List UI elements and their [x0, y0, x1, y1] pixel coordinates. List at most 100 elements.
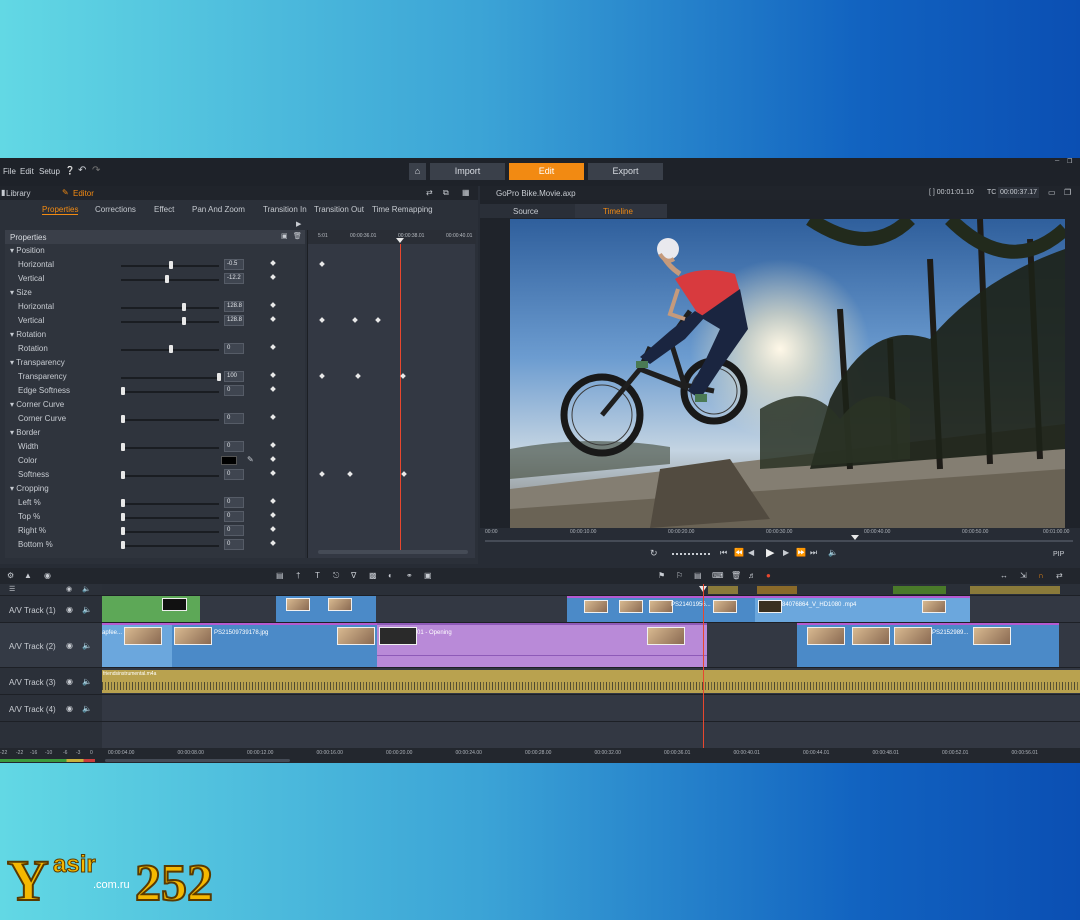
- grid-icon[interactable]: ▩: [369, 571, 377, 580]
- loop-icon[interactable]: ↻: [650, 548, 658, 559]
- keyframe-marker[interactable]: [319, 373, 325, 379]
- audio-all-icon[interactable]: 🔈: [82, 585, 91, 593]
- speaker-icon[interactable]: 🔈: [82, 641, 92, 650]
- property-slider[interactable]: [121, 419, 219, 421]
- go-to-end-icon[interactable]: ⏭: [810, 548, 817, 558]
- property-value-field[interactable]: 0: [224, 441, 244, 452]
- timeline-clip[interactable]: PS21509739178.jpg: [172, 623, 377, 667]
- volume-icon[interactable]: 🔈: [828, 548, 838, 557]
- step-back-icon[interactable]: ⏪: [734, 548, 744, 557]
- snapshot-icon[interactable]: ▣: [424, 571, 432, 580]
- eye-icon[interactable]: ◉: [66, 605, 73, 614]
- property-section[interactable]: ▾ Cropping: [5, 482, 305, 496]
- settings-icon[interactable]: ⚙: [7, 571, 14, 580]
- marker-icon[interactable]: ⚑: [658, 571, 665, 580]
- sync-icon[interactable]: ⇄: [1056, 571, 1063, 580]
- slider-thumb[interactable]: [121, 513, 125, 521]
- pip-label[interactable]: PIP: [1053, 551, 1064, 558]
- keyboard-icon[interactable]: ⌨: [712, 571, 724, 580]
- dual-view-icon[interactable]: ❐: [1064, 188, 1071, 197]
- menu-edit[interactable]: Edit: [20, 167, 34, 176]
- keyframe-marker[interactable]: [319, 317, 325, 323]
- property-slider[interactable]: [121, 503, 219, 505]
- restore-icon[interactable]: ❐: [1067, 158, 1072, 165]
- keyframe-playhead-marker[interactable]: [396, 238, 404, 243]
- eye-icon[interactable]: ◉: [66, 677, 73, 686]
- chapter-icon[interactable]: ▤: [694, 571, 702, 580]
- undo-icon[interactable]: ↶: [78, 165, 86, 176]
- property-section[interactable]: ▾ Transparency: [5, 356, 305, 370]
- property-value-field[interactable]: 100: [224, 371, 244, 382]
- tab-pan-and-zoom[interactable]: Pan And Zoom: [192, 205, 245, 214]
- property-value-field[interactable]: 0: [224, 525, 244, 536]
- timeline-scrollbar[interactable]: [105, 759, 290, 762]
- shuttle-control[interactable]: [672, 553, 710, 555]
- audio-icon[interactable]: ♬: [748, 571, 756, 580]
- property-slider[interactable]: [121, 391, 219, 393]
- timecode-display[interactable]: 00:00:37.17: [998, 187, 1039, 198]
- property-value-field[interactable]: 0: [224, 343, 244, 354]
- keyframe-marker[interactable]: [401, 471, 407, 477]
- tab-properties[interactable]: Properties: [42, 205, 79, 215]
- delete-icon[interactable]: 🗑: [731, 571, 741, 580]
- speaker-icon[interactable]: 🔈: [82, 704, 92, 713]
- color-icon[interactable]: ◐: [388, 571, 393, 580]
- popout-icon[interactable]: ⧉: [443, 188, 449, 198]
- export-button[interactable]: Export: [588, 163, 663, 180]
- help-icon[interactable]: ❔: [65, 166, 75, 175]
- tab-corrections[interactable]: Corrections: [95, 205, 136, 214]
- tab-timeline[interactable]: Timeline: [603, 207, 633, 216]
- property-slider[interactable]: [121, 545, 219, 547]
- property-section[interactable]: ▾ Border: [5, 426, 305, 440]
- add-icon[interactable]: ◉: [44, 571, 51, 580]
- tab-transition-in[interactable]: Transition In: [263, 205, 307, 214]
- marker-add-icon[interactable]: ⚐: [676, 571, 683, 580]
- home-button[interactable]: ⌂: [409, 163, 426, 180]
- eye-icon[interactable]: ◉: [66, 704, 73, 713]
- keyframe-toggle[interactable]: [270, 442, 276, 448]
- property-section[interactable]: ▾ Position: [5, 244, 305, 258]
- property-value-field[interactable]: -12.2: [224, 273, 244, 284]
- fit-icon[interactable]: ⇲: [1020, 571, 1027, 580]
- tab-effect[interactable]: Effect: [154, 205, 174, 214]
- slider-thumb[interactable]: [121, 471, 125, 479]
- trash-icon[interactable]: 🗑: [293, 232, 302, 240]
- keyframe-toggle[interactable]: [270, 386, 276, 392]
- keyframe-toggle[interactable]: [270, 302, 276, 308]
- slider-thumb[interactable]: [121, 527, 125, 535]
- slider-thumb[interactable]: [121, 415, 125, 423]
- magnet-icon[interactable]: ∩: [1038, 571, 1044, 580]
- keyframe-toggle[interactable]: [270, 344, 276, 350]
- slider-thumb[interactable]: [217, 373, 221, 381]
- chapter-marker[interactable]: [757, 586, 797, 594]
- slider-thumb[interactable]: [121, 541, 125, 549]
- keyframe-toggle[interactable]: [270, 512, 276, 518]
- tab-time-remapping[interactable]: Time Remapping: [372, 205, 433, 214]
- track-name[interactable]: A/V Track (4): [9, 705, 56, 714]
- expand-icon[interactable]: ↔: [1000, 571, 1008, 580]
- redo-icon[interactable]: ↷: [92, 165, 100, 176]
- keyframe-toggle[interactable]: [270, 414, 276, 420]
- track-name[interactable]: A/V Track (1): [9, 606, 56, 615]
- link-icon[interactable]: ⚭: [406, 571, 413, 580]
- timeline-clip[interactable]: PS21401956...: [567, 596, 755, 622]
- slider-thumb[interactable]: [121, 387, 125, 395]
- preview-scrubber[interactable]: [485, 540, 1073, 542]
- property-value-field[interactable]: 0: [224, 413, 244, 424]
- timeline-clip[interactable]: PS2152989...: [797, 623, 1059, 667]
- keyframe-toggle[interactable]: [270, 316, 276, 322]
- frame-back-icon[interactable]: ◀: [748, 548, 754, 557]
- property-slider[interactable]: [121, 377, 219, 379]
- minimize-icon[interactable]: ─: [1055, 158, 1059, 164]
- property-section[interactable]: ▾ Size: [5, 286, 305, 300]
- timeline-clip[interactable]: [102, 596, 200, 622]
- timeline-playhead[interactable]: [703, 584, 704, 754]
- speaker-icon[interactable]: 🔈: [82, 605, 92, 614]
- transitions-icon[interactable]: ∇: [351, 571, 356, 580]
- keyframe-marker[interactable]: [319, 261, 325, 267]
- property-value-field[interactable]: 0: [224, 497, 244, 508]
- property-value-field[interactable]: -0.5: [224, 259, 244, 270]
- menu-file[interactable]: File: [3, 167, 16, 176]
- property-value-field[interactable]: 0: [224, 469, 244, 480]
- preview-scrubber-handle[interactable]: [851, 535, 859, 540]
